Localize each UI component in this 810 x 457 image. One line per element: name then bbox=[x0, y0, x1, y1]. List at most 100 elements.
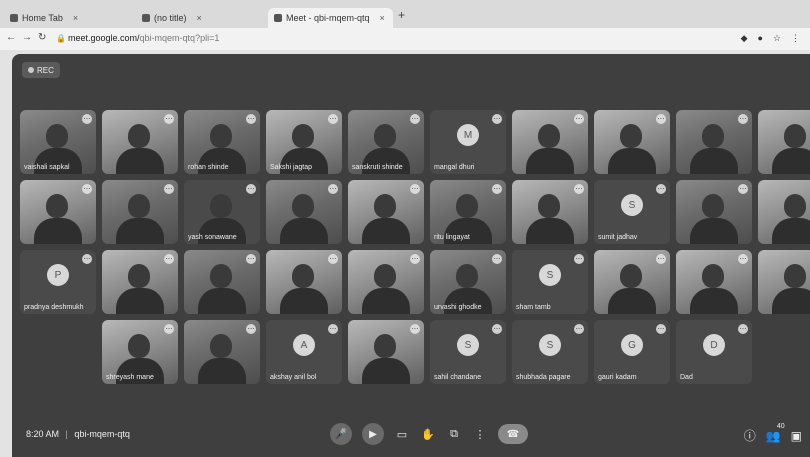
participant-name: rohan shinde bbox=[188, 164, 229, 171]
camera-button[interactable]: ▶ bbox=[362, 423, 384, 445]
present-icon: ⧉ bbox=[450, 427, 458, 440]
hand-icon: ✋ bbox=[421, 428, 435, 441]
back-icon[interactable]: ← bbox=[6, 32, 16, 43]
participant-tile[interactable]: ⋯ bbox=[266, 180, 342, 244]
participant-tile[interactable]: ⋯ urvashi ghodke bbox=[430, 250, 506, 314]
participant-video-body bbox=[362, 358, 410, 384]
participant-tile[interactable]: ⋯ bbox=[348, 180, 424, 244]
participant-tile[interactable]: ⋯ bbox=[184, 250, 260, 314]
participant-tile[interactable]: ⋯ bbox=[512, 180, 588, 244]
participant-tile[interactable]: ⋯ Sakshi jagtap bbox=[266, 110, 342, 174]
profile-icon[interactable]: ● bbox=[757, 33, 762, 44]
participant-tile[interactable]: A ⋯ akshay anil bol bbox=[266, 320, 342, 384]
mic-muted-icon: ⋯ bbox=[738, 184, 748, 194]
participant-tile[interactable]: ⋯ bbox=[676, 250, 752, 314]
participant-video-body bbox=[526, 218, 574, 244]
participant-name: yash sonawane bbox=[188, 234, 237, 241]
participant-tile[interactable]: P ⋯ pradnya deshmukh bbox=[20, 250, 96, 314]
mic-muted-icon: ⋯ bbox=[164, 184, 174, 194]
participant-tile[interactable]: ⋯ bbox=[676, 180, 752, 244]
camera-icon: ▶ bbox=[369, 428, 377, 440]
mic-button[interactable]: 🎤 bbox=[330, 423, 352, 445]
extension-icon[interactable]: ◆ bbox=[741, 33, 748, 44]
more-options-button[interactable]: ⋮ bbox=[472, 426, 488, 442]
participant-video bbox=[128, 124, 150, 148]
meet-favicon-icon bbox=[274, 14, 282, 22]
participant-tile[interactable]: ⋯ bbox=[758, 180, 810, 244]
mic-muted-icon: ⋯ bbox=[656, 324, 666, 334]
participant-tile[interactable]: ⋯ bbox=[266, 250, 342, 314]
avatar: G bbox=[621, 334, 643, 356]
participant-video bbox=[210, 124, 232, 148]
mic-icon: 🎤 bbox=[334, 428, 348, 440]
participant-tile[interactable]: ⋯ bbox=[594, 250, 670, 314]
participant-tile[interactable]: ⋯ bbox=[512, 110, 588, 174]
participant-tile[interactable]: ⋯ bbox=[348, 250, 424, 314]
star-icon[interactable]: ☆ bbox=[773, 33, 781, 44]
participant-tile[interactable]: D ⋯ Dad bbox=[676, 320, 752, 384]
participant-video bbox=[538, 124, 560, 148]
avatar: S bbox=[621, 194, 643, 216]
people-button[interactable]: 👥 40 bbox=[766, 423, 785, 443]
url-field[interactable]: meet.google.com/qbi-mqem-qtq?pli=1 bbox=[68, 33, 219, 43]
forward-icon[interactable]: → bbox=[22, 32, 32, 43]
close-icon[interactable]: × bbox=[73, 13, 78, 23]
participant-tile[interactable]: ⋯ bbox=[102, 180, 178, 244]
participant-tile[interactable]: ⋯ vaishali sapkal bbox=[20, 110, 96, 174]
present-button[interactable]: ⧉ bbox=[446, 426, 462, 442]
mic-muted-icon: ⋯ bbox=[492, 324, 502, 334]
participant-count: 40 bbox=[776, 422, 785, 430]
browser-tools: ◆ ● ☆ ⋮ bbox=[741, 33, 800, 44]
participant-video bbox=[538, 194, 560, 218]
info-icon[interactable]: ⓘ bbox=[744, 427, 756, 444]
raise-hand-button[interactable]: ✋ bbox=[420, 426, 436, 442]
participant-tile[interactable]: M ⋯ mangal dhuri bbox=[430, 110, 506, 174]
tab-2[interactable]: (no title) × bbox=[136, 8, 261, 28]
participant-video bbox=[374, 264, 396, 288]
leave-call-button[interactable]: ☎ bbox=[498, 424, 528, 444]
reload-icon[interactable]: ↻ bbox=[38, 32, 46, 43]
lock-icon[interactable]: 🔒 bbox=[56, 34, 66, 43]
participant-tile[interactable]: ⋯ rohan shinde bbox=[184, 110, 260, 174]
participant-video-body bbox=[362, 288, 410, 314]
participant-tile[interactable]: ⋯ shreyash mane bbox=[102, 320, 178, 384]
mic-muted-icon: ⋯ bbox=[246, 324, 256, 334]
close-icon[interactable]: × bbox=[380, 13, 385, 23]
participant-tile[interactable]: ⋯ bbox=[102, 110, 178, 174]
participant-tile[interactable]: ⋯ bbox=[594, 110, 670, 174]
participant-name: pradnya deshmukh bbox=[24, 304, 84, 311]
tab-3[interactable]: Meet - qbi-mqem-qtq × bbox=[268, 8, 393, 28]
participant-tile[interactable]: ⋯ yash sonawane bbox=[184, 180, 260, 244]
participant-video bbox=[292, 124, 314, 148]
participant-video bbox=[46, 194, 68, 218]
participant-tile[interactable]: S ⋯ sahil chandane bbox=[430, 320, 506, 384]
browser-window: Home Tab × (no title) × Meet - qbi-mqem-… bbox=[0, 0, 810, 457]
chat-icon[interactable]: ▣ bbox=[791, 429, 802, 443]
participant-tile[interactable]: ⋯ sanskruti shinde bbox=[348, 110, 424, 174]
participant-tile[interactable]: ⋯ bbox=[348, 320, 424, 384]
mic-muted-icon: ⋯ bbox=[410, 324, 420, 334]
participant-tile[interactable]: ⋯ bbox=[758, 110, 810, 174]
participant-tile[interactable]: ⋯ bbox=[102, 250, 178, 314]
participant-name: vaishali sapkal bbox=[24, 164, 70, 171]
participant-tile[interactable]: ⋯ ritu lingayat bbox=[430, 180, 506, 244]
side-controls: ⓘ 👥 40 ▣ bbox=[744, 423, 802, 444]
participant-tile[interactable]: S ⋯ shubhada pagare bbox=[512, 320, 588, 384]
mic-muted-icon: ⋯ bbox=[410, 114, 420, 124]
participant-tile[interactable]: ⋯ bbox=[758, 250, 810, 314]
participant-video bbox=[456, 194, 478, 218]
participant-tile[interactable]: S ⋯ sumit jadhav bbox=[594, 180, 670, 244]
close-icon[interactable]: × bbox=[197, 13, 202, 23]
participant-tile[interactable]: ⋯ bbox=[184, 320, 260, 384]
menu-icon[interactable]: ⋮ bbox=[791, 33, 800, 44]
participant-name: Dad bbox=[680, 374, 693, 381]
tab-favicon-icon bbox=[10, 14, 18, 22]
participant-tile[interactable]: G ⋯ gauri kadam bbox=[594, 320, 670, 384]
participant-tile[interactable]: ⋯ bbox=[20, 180, 96, 244]
captions-button[interactable]: ▭ bbox=[394, 426, 410, 442]
participant-tile[interactable]: ⋯ bbox=[676, 110, 752, 174]
participant-tile[interactable]: S ⋯ sham tamb bbox=[512, 250, 588, 314]
new-tab-button[interactable]: + bbox=[398, 8, 405, 22]
avatar: S bbox=[457, 334, 479, 356]
tab-1[interactable]: Home Tab × bbox=[4, 8, 129, 28]
